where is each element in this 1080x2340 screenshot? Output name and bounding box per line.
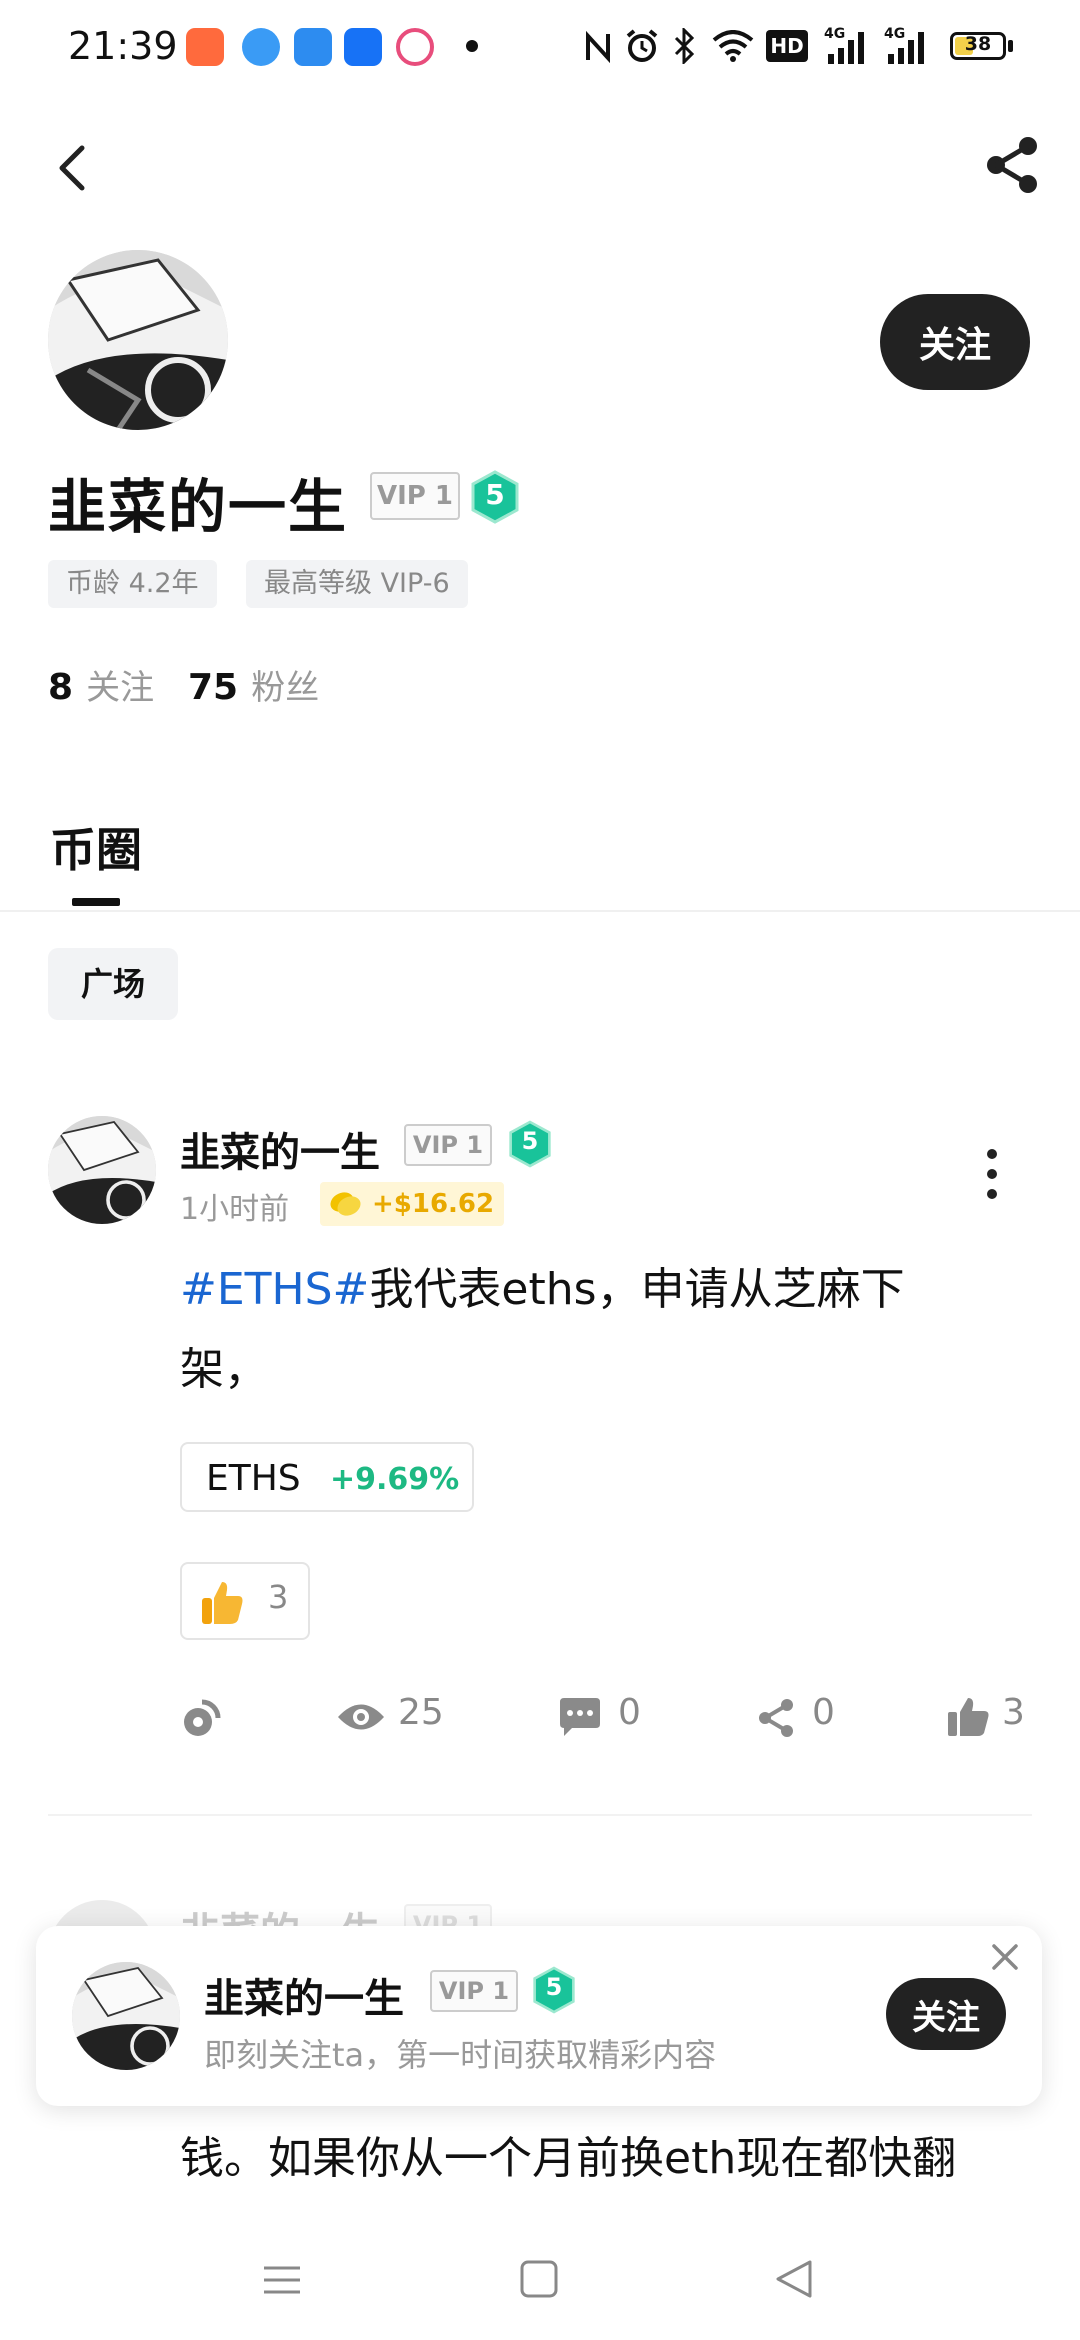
menu-button[interactable] xyxy=(262,2260,302,2300)
battery-cap xyxy=(1008,40,1013,52)
reaction-chip[interactable]: 3 xyxy=(180,1562,310,1640)
max-level-tag: 最高等级 VIP-6 xyxy=(246,560,468,608)
avatar-image xyxy=(72,1962,180,2070)
hamburger-icon xyxy=(264,2266,300,2294)
comment-icon xyxy=(560,1698,600,1736)
popup-avatar xyxy=(72,1962,180,2070)
following-stat[interactable]: 8 关注 xyxy=(48,660,154,709)
following-count: 8 xyxy=(48,667,74,708)
eye-icon xyxy=(338,1704,384,1730)
back-nav-button[interactable] xyxy=(774,2258,814,2300)
post-author-avatar[interactable] xyxy=(48,1116,156,1224)
followers-count: 75 xyxy=(188,667,239,708)
back-button[interactable] xyxy=(48,138,96,198)
vip-badge: VIP 1 xyxy=(370,472,460,520)
post-level-number: 5 xyxy=(521,1127,539,1155)
svg-text:4G: 4G xyxy=(824,26,845,42)
popup-level-badge: 5 xyxy=(532,1966,576,2014)
post-more-button[interactable] xyxy=(980,1146,1004,1202)
post-text-line2: 架， xyxy=(180,1344,268,1395)
thumbs-up-emoji-icon xyxy=(202,1582,243,1624)
app-notification-icon-2 xyxy=(294,28,332,66)
popup-vip-badge: VIP 1 xyxy=(430,1970,518,2012)
likes-count: 3 xyxy=(1002,1692,1025,1733)
triangle-back-icon xyxy=(776,2260,812,2298)
tab-active-indicator xyxy=(72,898,120,906)
profile-avatar[interactable] xyxy=(48,250,228,430)
comments-count: 0 xyxy=(618,1692,641,1733)
views-count: 25 xyxy=(398,1692,444,1733)
app-notification-icon xyxy=(186,28,224,66)
chevron-left-icon xyxy=(59,145,85,191)
battery-level: 38 xyxy=(964,33,992,55)
alarm-icon xyxy=(626,29,658,62)
coin-age-tag: 币龄 4.2年 xyxy=(48,560,217,608)
post-level-badge: 5 xyxy=(508,1120,552,1168)
post-text-line1: 我代表eths，申请从芝麻下 xyxy=(369,1264,905,1315)
more-vertical-icon xyxy=(987,1149,997,1199)
system-navigation-bar xyxy=(0,2218,1080,2340)
share-button[interactable] xyxy=(982,134,1044,196)
square-icon xyxy=(520,2260,558,2298)
followers-label: 粉丝 xyxy=(251,668,320,708)
signal-4g-icon-2: 4G xyxy=(884,26,924,64)
post-author-name[interactable]: 韭菜的一生 xyxy=(180,1120,380,1178)
following-label: 关注 xyxy=(86,668,155,708)
zhihu-notification-icon xyxy=(344,28,382,66)
app-notification-icon-3 xyxy=(396,28,434,66)
coin-change: +9.69% xyxy=(330,1462,460,1497)
followers-stat[interactable]: 75 粉丝 xyxy=(188,660,319,709)
popup-subtitle: 即刻关注ta，第一时间获取精彩内容 xyxy=(204,2036,717,2074)
more-notifications-dot xyxy=(466,40,478,52)
follow-button[interactable]: 关注 xyxy=(880,294,1030,390)
filter-chip-square[interactable]: 广场 xyxy=(48,948,178,1020)
post-separator xyxy=(48,1814,1032,1816)
bluetooth-icon xyxy=(674,28,695,64)
status-bar: 21:39 HD 4G 4G 38 xyxy=(0,0,1080,96)
close-icon xyxy=(992,1944,1018,1970)
tab-coin-circle[interactable]: 币圈 xyxy=(50,814,142,880)
thumbs-up-icon xyxy=(948,1698,989,1736)
popup-follow-button[interactable]: 关注 xyxy=(886,1978,1006,2050)
tip-badge: +$16.62 xyxy=(320,1182,505,1226)
popup-name: 韭菜的一生 xyxy=(204,1976,404,2022)
browser-notification-icon xyxy=(242,28,280,66)
battery-icon: 38 xyxy=(950,32,1006,60)
repost-icon xyxy=(184,1699,221,1736)
level-number: 5 xyxy=(485,478,505,511)
home-button[interactable] xyxy=(520,2260,558,2298)
coin-card[interactable]: ETHS +9.69% xyxy=(180,1442,474,1512)
coin-tip-icon xyxy=(328,1188,362,1218)
next-post-text: 钱。如果你从一个月前换eth现在都快翻 xyxy=(180,2133,957,2184)
tip-amount: +$16.62 xyxy=(372,1189,495,1219)
share-icon xyxy=(987,137,1037,193)
hd-icon: HD xyxy=(766,30,808,62)
post-text: #ETHS#我代表eths，申请从芝麻下 架， xyxy=(180,1250,980,1410)
svg-text:4G: 4G xyxy=(884,26,905,42)
level-badge: 5 xyxy=(470,470,520,524)
post-vip-badge: VIP 1 xyxy=(404,1124,492,1166)
status-time: 21:39 xyxy=(68,24,178,68)
popup-close-button[interactable] xyxy=(990,1942,1020,1972)
popup-level-number: 5 xyxy=(545,1973,563,2001)
share-icon xyxy=(759,1699,793,1737)
post-hashtag[interactable]: #ETHS# xyxy=(180,1264,369,1315)
tab-divider xyxy=(0,910,1080,912)
follow-suggestion-popup: 韭菜的一生 VIP 1 5 即刻关注ta，第一时间获取精彩内容 关注 xyxy=(36,1926,1042,2106)
wifi-icon xyxy=(712,30,754,62)
nfc-icon xyxy=(586,30,610,64)
reaction-count: 3 xyxy=(268,1578,289,1616)
shares-count: 0 xyxy=(812,1692,835,1733)
repost-button[interactable] xyxy=(180,1696,228,1744)
post-time: 1小时前 xyxy=(180,1192,290,1227)
coin-name: ETHS xyxy=(206,1458,301,1499)
profile-name: 韭菜的一生 xyxy=(48,473,349,541)
avatar-image xyxy=(48,250,228,430)
signal-4g-icon: 4G xyxy=(824,26,864,64)
avatar-image xyxy=(48,1116,156,1224)
